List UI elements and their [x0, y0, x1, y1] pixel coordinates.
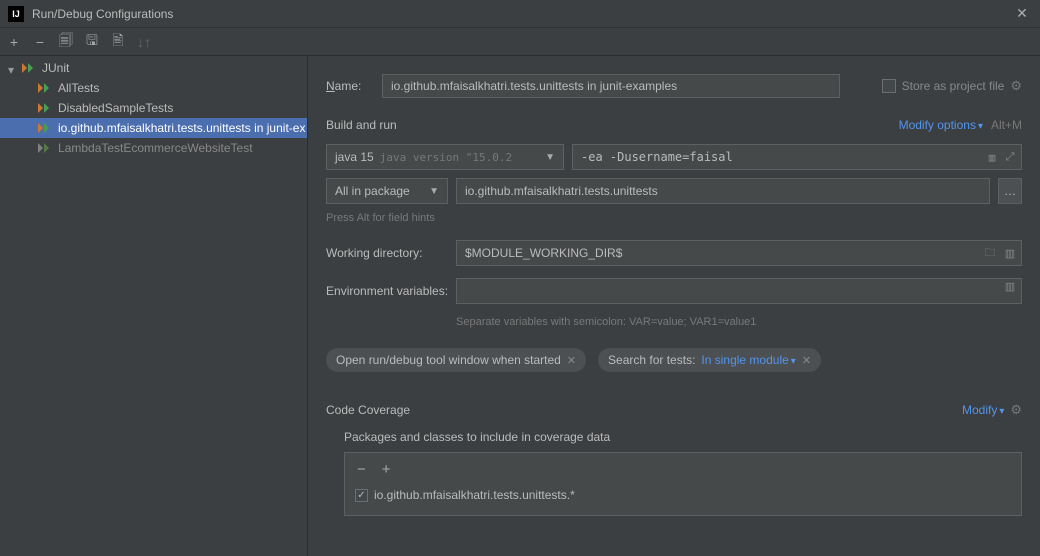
tree-item-disabled[interactable]: DisabledSampleTests [0, 98, 307, 118]
name-label: Name: [326, 79, 382, 93]
working-dir-input[interactable]: $MODULE_WORKING_DIR$ 🗀 ▥ [456, 240, 1022, 266]
chip-search-tests[interactable]: Search for tests: In single module▾ ✕ [598, 348, 821, 372]
modify-link[interactable]: Modify▾ [962, 403, 1004, 417]
jdk-version: java version "15.0.2 [380, 151, 512, 164]
expand-icon[interactable]: ⤢ [1003, 150, 1017, 164]
close-icon[interactable]: ✕ [1012, 4, 1032, 24]
close-icon[interactable]: ✕ [802, 354, 811, 367]
close-icon[interactable]: ✕ [567, 354, 576, 367]
tree-item-label: DisabledSampleTests [58, 101, 173, 115]
tree-item-label: AllTests [58, 81, 99, 95]
test-scope-select[interactable]: All in package ▼ [326, 178, 448, 204]
config-form: Name: Store as project file ⚙ Build and … [308, 56, 1040, 556]
chevron-down-icon: ▼ [545, 152, 555, 163]
toolbar: + − 🗐 🖫 🖹 ↓↑ [0, 28, 1040, 56]
run-config-icon [38, 143, 52, 153]
chip-open-tool-window[interactable]: Open run/debug tool window when started … [326, 348, 586, 372]
tree-item-label: io.github.mfaisalkhatri.tests.unittests … [58, 121, 305, 135]
template-icon[interactable]: 🖹 [110, 34, 126, 50]
window-title: Run/Debug Configurations [32, 7, 1012, 21]
add-icon[interactable]: + [382, 461, 391, 478]
env-hint: Separate variables with semicolon: VAR=v… [456, 316, 1022, 328]
env-vars-input[interactable]: ▥ [456, 278, 1022, 304]
tree-root-junit[interactable]: ▾ JUnit [0, 58, 307, 78]
coverage-entry[interactable]: ✓ io.github.mfaisalkhatri.tests.unittest… [355, 488, 1013, 502]
store-as-project[interactable]: Store as project file ⚙ [882, 78, 1022, 94]
working-dir-label: Working directory: [326, 246, 456, 260]
tree-item-lambdatest[interactable]: LambdaTestEcommerceWebsiteTest [0, 138, 307, 158]
scope-value: All in package [335, 184, 410, 198]
remove-icon[interactable]: − [32, 34, 48, 50]
vm-options-input[interactable]: -ea -Dusername=faisal ▥ ⤢ [572, 144, 1022, 170]
package-value: io.github.mfaisalkhatri.tests.unittests [465, 184, 658, 198]
folder-icon[interactable]: 🗀 [983, 246, 997, 260]
sort-icon[interactable]: ↓↑ [136, 34, 152, 50]
checkbox-icon[interactable]: ✓ [355, 489, 368, 502]
remove-icon[interactable]: − [357, 461, 366, 478]
gear-icon[interactable]: ⚙ [1010, 78, 1022, 94]
name-input[interactable] [382, 74, 840, 98]
run-config-icon [38, 123, 52, 133]
coverage-entry-label: io.github.mfaisalkhatri.tests.unittests.… [374, 488, 575, 502]
chevron-down-icon: ▼ [429, 186, 439, 197]
tree-root-label: JUnit [42, 61, 69, 75]
working-dir-value: $MODULE_WORKING_DIR$ [465, 246, 622, 260]
run-config-icon [38, 83, 52, 93]
app-icon: IJ [8, 6, 24, 22]
tree-item-label: LambdaTestEcommerceWebsiteTest [58, 141, 253, 155]
env-vars-label: Environment variables: [326, 284, 456, 298]
chip-value[interactable]: In single module▾ [701, 353, 795, 367]
jdk-name: java 15 [335, 150, 374, 164]
junit-icon [22, 63, 36, 73]
vm-options-value: -ea -Dusername=faisal [581, 150, 733, 164]
field-hint: Press Alt for field hints [326, 212, 1022, 224]
run-config-icon [38, 103, 52, 113]
gear-icon[interactable]: ⚙ [1010, 402, 1022, 418]
history-icon[interactable]: ▥ [985, 150, 999, 164]
build-run-section: Build and run [326, 118, 397, 132]
modify-options-link[interactable]: Modify options▾ [899, 118, 983, 132]
config-tree: ▾ JUnit AllTests DisabledSampleTests io.… [0, 56, 308, 556]
shortcut-label: Alt+M [991, 118, 1022, 132]
list-icon[interactable]: ▥ [1003, 279, 1017, 293]
tree-item-alltests[interactable]: AllTests [0, 78, 307, 98]
coverage-label: Packages and classes to include in cover… [344, 430, 1022, 444]
jdk-select[interactable]: java 15 java version "15.0.2 ▼ [326, 144, 564, 170]
copy-icon[interactable]: 🗐 [58, 34, 74, 50]
chip-label: Search for tests: [608, 353, 695, 367]
titlebar: IJ Run/Debug Configurations ✕ [0, 0, 1040, 28]
coverage-section: Code Coverage [326, 403, 410, 417]
package-input[interactable]: io.github.mfaisalkhatri.tests.unittests [456, 178, 990, 204]
chip-label: Open run/debug tool window when started [336, 353, 561, 367]
expand-icon: ▾ [8, 63, 18, 73]
save-icon[interactable]: 🖫 [84, 34, 100, 50]
coverage-list: − + ✓ io.github.mfaisalkhatri.tests.unit… [344, 452, 1022, 516]
checkbox-icon[interactable] [882, 79, 896, 93]
add-icon[interactable]: + [6, 34, 22, 50]
tree-item-unittests[interactable]: io.github.mfaisalkhatri.tests.unittests … [0, 118, 307, 138]
browse-button[interactable]: … [998, 178, 1022, 204]
list-icon[interactable]: ▥ [1003, 246, 1017, 260]
